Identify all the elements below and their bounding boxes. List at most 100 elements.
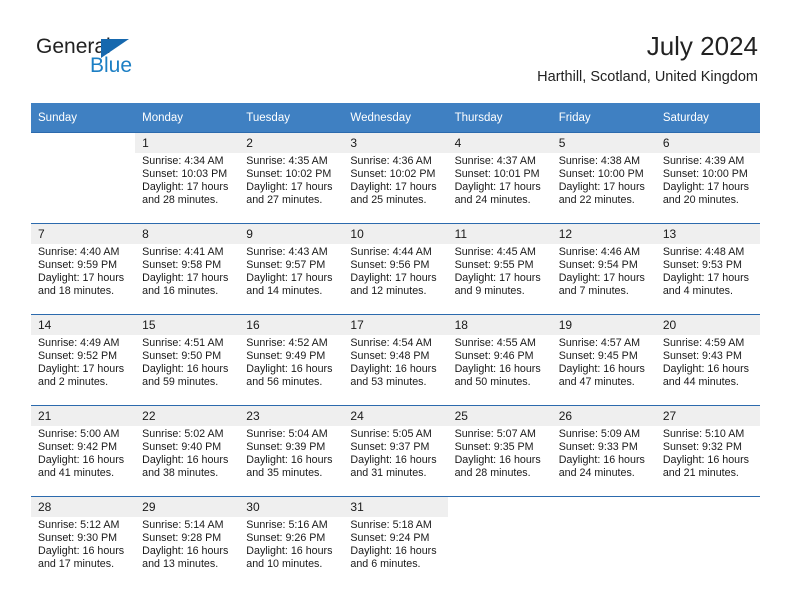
day-detail-line: Sunrise: 5:00 AM xyxy=(38,428,120,440)
day-number[interactable]: 5 xyxy=(551,132,656,153)
day-details: Sunrise: 4:45 AM Sunset: 9:55 PM Daylight:… xyxy=(447,244,552,308)
day-detail-line: and 7 minutes. xyxy=(558,285,629,298)
day-details: Sunrise: 4:51 AM Sunset: 9:50 PM Daylight:… xyxy=(135,335,240,399)
logo-text-blue: Blue xyxy=(90,54,133,77)
week-daynumber-row: 28 29 30 31 xyxy=(31,496,760,517)
day-detail-line: Sunset: 9:48 PM xyxy=(350,350,430,363)
weekday-header-monday: Monday xyxy=(135,103,240,133)
day-number[interactable]: 12 xyxy=(551,223,656,244)
day-details: Sunrise: 4:35 AM Sunset: 10:02 PM Daylight… xyxy=(239,153,344,217)
day-number[interactable]: 14 xyxy=(31,314,136,335)
day-detail-line: Sunset: 9:39 PM xyxy=(246,441,326,454)
day-detail-line: Sunset: 10:02 PM xyxy=(246,168,332,181)
day-detail-line: Sunset: 9:26 PM xyxy=(246,532,326,545)
day-detail-line: Daylight: 17 hours xyxy=(558,181,645,194)
day-detail-line: Sunset: 9:53 PM xyxy=(662,259,742,272)
day-number[interactable]: 10 xyxy=(343,223,448,244)
day-number[interactable]: 19 xyxy=(551,314,656,335)
day-number[interactable]: 9 xyxy=(239,223,344,244)
day-detail-line: and 2 minutes. xyxy=(38,376,109,389)
day-number[interactable]: 7 xyxy=(31,223,136,244)
day-number[interactable]: 26 xyxy=(551,405,656,426)
week-detail-row: Sunrise: 4:40 AM Sunset: 9:59 PM Daylight:… xyxy=(31,244,760,308)
day-detail-line: Daylight: 16 hours xyxy=(38,545,125,558)
day-detail-line: Daylight: 16 hours xyxy=(246,363,333,376)
day-number[interactable]: 25 xyxy=(447,405,552,426)
day-detail-line: Daylight: 16 hours xyxy=(662,454,749,467)
day-detail-line: Sunrise: 5:14 AM xyxy=(142,519,224,531)
day-details: Sunrise: 5:02 AM Sunset: 9:40 PM Daylight:… xyxy=(135,426,240,490)
day-detail-line: Sunset: 9:40 PM xyxy=(142,441,222,454)
day-number[interactable]: 15 xyxy=(135,314,240,335)
day-details: Sunrise: 4:36 AM Sunset: 10:02 PM Daylight… xyxy=(343,153,448,217)
day-number[interactable]: 16 xyxy=(239,314,344,335)
day-detail-line: Sunrise: 4:45 AM xyxy=(454,246,536,258)
week-daynumber-row: 21 22 23 24 25 26 27 xyxy=(31,405,760,426)
day-detail-line: Sunrise: 5:02 AM xyxy=(142,428,224,440)
week-detail-row: Sunrise: 5:00 AM Sunset: 9:42 PM Daylight:… xyxy=(31,426,760,490)
weekday-header-sunday: Sunday xyxy=(31,103,136,133)
title-block: July 2024 Harthill, Scotland, United Kin… xyxy=(537,30,758,88)
day-details: Sunrise: 4:48 AM Sunset: 9:53 PM Daylight:… xyxy=(655,244,760,308)
day-detail-line: and 6 minutes. xyxy=(350,558,421,571)
day-detail-line: and 9 minutes. xyxy=(454,285,525,298)
day-detail-line: Daylight: 16 hours xyxy=(454,454,541,467)
day-number[interactable]: 20 xyxy=(655,314,760,335)
day-number[interactable]: 17 xyxy=(343,314,448,335)
day-detail-line: Sunset: 9:49 PM xyxy=(246,350,326,363)
day-number[interactable]: 8 xyxy=(135,223,240,244)
week-detail-row: Sunrise: 4:49 AM Sunset: 9:52 PM Daylight:… xyxy=(31,335,760,399)
day-detail-line: and 41 minutes. xyxy=(38,467,115,480)
day-number[interactable]: 2 xyxy=(239,132,344,153)
day-details: Sunrise: 5:05 AM Sunset: 9:37 PM Daylight:… xyxy=(343,426,448,490)
day-detail-line: Sunrise: 5:18 AM xyxy=(350,519,432,531)
day-number[interactable]: 28 xyxy=(31,496,136,517)
day-number[interactable]: 18 xyxy=(447,314,552,335)
day-details: Sunrise: 4:49 AM Sunset: 9:52 PM Daylight:… xyxy=(31,335,136,399)
day-details: Sunrise: 5:18 AM Sunset: 9:24 PM Daylight:… xyxy=(343,517,448,581)
day-detail-line: Daylight: 16 hours xyxy=(454,363,541,376)
general-blue-logo[interactable]: General Blue xyxy=(36,36,226,86)
day-detail-line: Sunrise: 4:51 AM xyxy=(142,337,224,349)
day-number[interactable]: 27 xyxy=(655,405,760,426)
day-detail-line: Sunrise: 5:07 AM xyxy=(454,428,536,440)
day-detail-line: and 38 minutes. xyxy=(142,467,219,480)
day-detail-line: Daylight: 17 hours xyxy=(662,181,749,194)
day-detail-line: Sunrise: 4:35 AM xyxy=(246,155,328,167)
week-daynumber-row: 123456 xyxy=(31,132,760,153)
day-number[interactable]: 22 xyxy=(135,405,240,426)
day-detail-line: Daylight: 16 hours xyxy=(558,363,645,376)
day-detail-line: Sunset: 9:55 PM xyxy=(454,259,534,272)
day-detail-line: Sunrise: 5:09 AM xyxy=(558,428,641,440)
day-number[interactable]: 30 xyxy=(239,496,344,517)
day-detail-line: Sunset: 9:45 PM xyxy=(558,350,638,363)
day-detail-line: Sunset: 9:59 PM xyxy=(38,259,118,272)
day-number[interactable]: 13 xyxy=(655,223,760,244)
day-detail-line: and 22 minutes. xyxy=(558,194,635,207)
day-number[interactable]: 31 xyxy=(343,496,448,517)
day-detail-line: and 18 minutes. xyxy=(38,285,115,298)
day-detail-line: Daylight: 17 hours xyxy=(142,181,229,194)
day-detail-line: Sunset: 10:00 PM xyxy=(662,168,748,181)
day-number[interactable]: 29 xyxy=(135,496,240,517)
day-detail-line: Sunset: 10:02 PM xyxy=(350,168,436,181)
day-detail-line: Daylight: 16 hours xyxy=(350,454,437,467)
day-number[interactable]: 23 xyxy=(239,405,344,426)
day-number[interactable]: 1 xyxy=(135,132,240,153)
day-number[interactable]: 4 xyxy=(447,132,552,153)
day-number[interactable]: 24 xyxy=(343,405,448,426)
day-number[interactable]: 21 xyxy=(31,405,136,426)
day-number[interactable]: 11 xyxy=(447,223,552,244)
day-number[interactable]: 6 xyxy=(655,132,760,153)
day-detail-line: and 14 minutes. xyxy=(246,285,323,298)
day-number[interactable]: 3 xyxy=(343,132,448,153)
day-details: Sunrise: 4:39 AM Sunset: 10:00 PM Daylight… xyxy=(655,153,760,217)
empty-day-cell xyxy=(655,496,760,517)
day-detail-line: Sunrise: 4:44 AM xyxy=(350,246,432,258)
day-detail-line: Daylight: 16 hours xyxy=(142,454,229,467)
weekday-header-tuesday: Tuesday xyxy=(239,103,344,133)
day-details: Sunrise: 5:10 AM Sunset: 9:32 PM Daylight:… xyxy=(655,426,760,490)
day-detail-line: Daylight: 16 hours xyxy=(558,454,645,467)
day-details: Sunrise: 4:52 AM Sunset: 9:49 PM Daylight:… xyxy=(239,335,344,399)
day-detail-line: Sunrise: 4:49 AM xyxy=(38,337,120,349)
